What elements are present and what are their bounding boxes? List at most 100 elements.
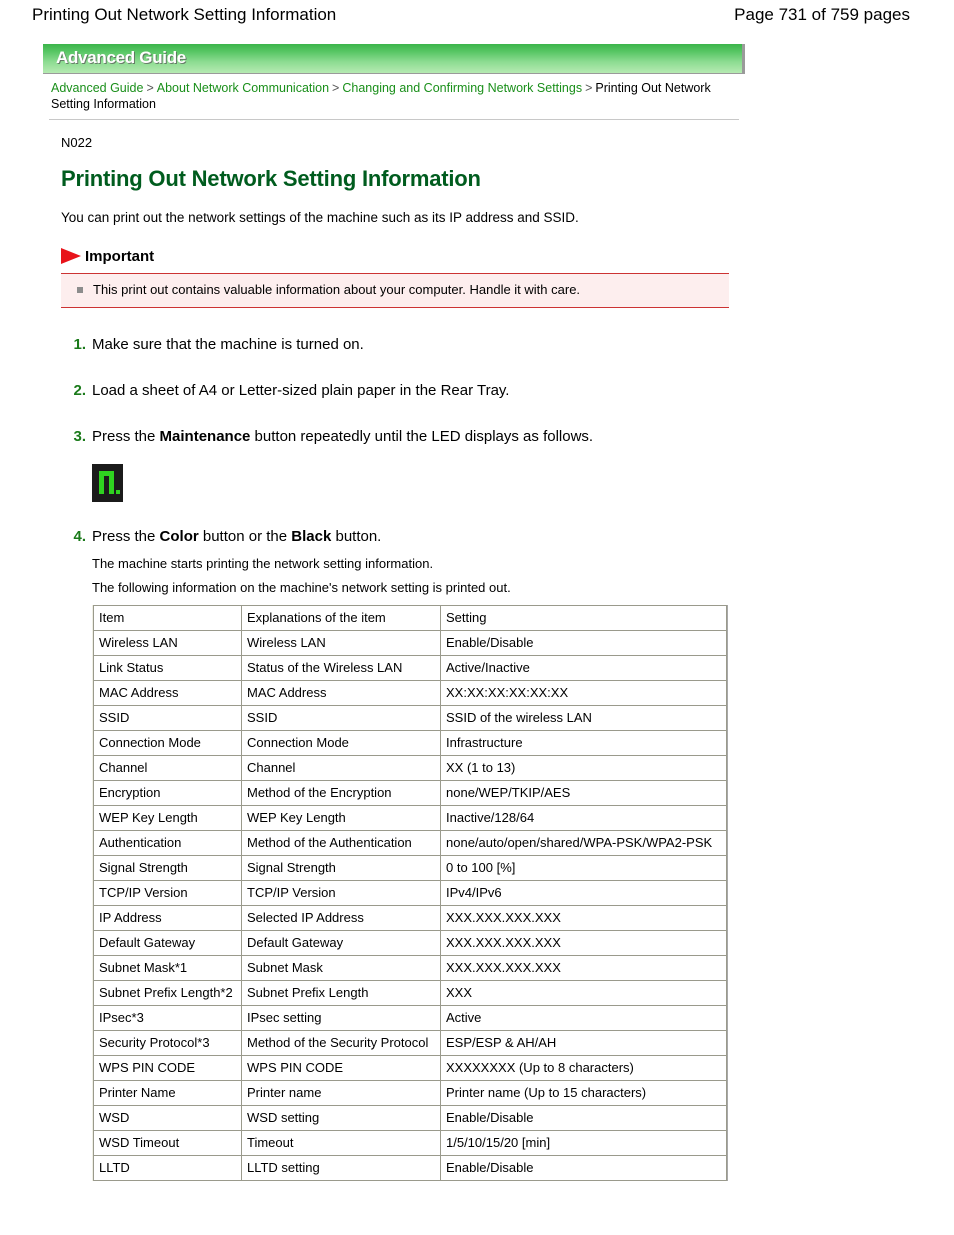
table-cell: Subnet Prefix Length*2 bbox=[93, 979, 242, 1006]
table-row: Default Gateway Default Gateway XXX.XXX.XX… bbox=[93, 929, 727, 956]
important-note-box: This print out contains valuable informa… bbox=[61, 272, 729, 308]
table-row: SSID SSID SSID of the wireless LAN bbox=[93, 704, 727, 731]
table-row: LLTD LLTD setting Enable/Disable bbox=[93, 1154, 727, 1181]
led-display-figure bbox=[92, 463, 761, 502]
table-cell: WPS PIN CODE bbox=[241, 1054, 441, 1081]
table-cell: WEP Key Length bbox=[241, 804, 441, 831]
step-number: 4. bbox=[73, 527, 86, 545]
step-4: 4. Press the Color button or the Black bu… bbox=[61, 526, 761, 596]
breadcrumb-item-3[interactable]: Changing and Confirming Network Settings bbox=[342, 81, 582, 95]
table-cell: LLTD setting bbox=[241, 1154, 441, 1181]
content-area: Advanced Guide Advanced Guide > About Netw… bbox=[43, 44, 911, 1181]
table-cell: Selected IP Address bbox=[241, 904, 441, 931]
breadcrumb-item-2[interactable]: About Network Communication bbox=[157, 81, 329, 95]
breadcrumb-separator: > bbox=[585, 81, 593, 95]
table-cell: SSID bbox=[241, 704, 441, 731]
page-title: Printing Out Network Setting Information bbox=[61, 166, 481, 191]
table-cell: 0 to 100 [%] bbox=[440, 854, 727, 881]
table-cell: XX (1 to 13) bbox=[440, 754, 727, 781]
step-text: Make sure that the machine is turned on. bbox=[92, 334, 761, 356]
table-cell: Signal Strength bbox=[241, 854, 441, 881]
table-row: WSD Timeout Timeout 1/5/10/15/20 [min] bbox=[93, 1129, 727, 1156]
step-text: Load a sheet of A4 or Letter-sized plain… bbox=[92, 380, 761, 402]
table-cell: TCP/IP Version bbox=[93, 879, 242, 906]
table-cell: Method of the Encryption bbox=[241, 779, 441, 806]
table-cell: WSD setting bbox=[241, 1104, 441, 1131]
table-header-row: Item Explanations of the item Setting bbox=[93, 604, 727, 631]
table-cell: IPsec*3 bbox=[93, 1004, 242, 1031]
network-settings-table: Item Explanations of the item Setting Wirel… bbox=[93, 604, 727, 1181]
important-item-text: This print out contains valuable informa… bbox=[93, 281, 581, 297]
step-subtext: The following information on the machine… bbox=[92, 579, 511, 595]
table-header-cell: Item bbox=[93, 604, 242, 631]
table-cell: ESP/ESP & AH/AH bbox=[440, 1029, 727, 1056]
table-cell: Subnet Mask bbox=[241, 954, 441, 981]
table-cell: Connection Mode bbox=[93, 729, 242, 756]
step-plain-text: Press the bbox=[92, 527, 160, 545]
table-cell: Timeout bbox=[241, 1129, 441, 1156]
table-cell: Status of the Wireless LAN bbox=[241, 654, 441, 681]
table-cell: Authentication bbox=[93, 829, 242, 856]
table-cell: XXXXXXXX (Up to 8 characters) bbox=[440, 1054, 727, 1081]
breadcrumb-item-1[interactable]: Advanced Guide bbox=[51, 81, 143, 95]
step-1: 1. Make sure that the machine is turned o… bbox=[61, 334, 761, 356]
table-cell: WEP Key Length bbox=[93, 804, 242, 831]
table-cell: Active bbox=[440, 1004, 727, 1031]
important-label: Important bbox=[85, 247, 155, 265]
step-plain-text: button or the bbox=[198, 527, 292, 545]
table-cell: MAC Address bbox=[241, 679, 441, 706]
step-plain-text: Press the bbox=[92, 427, 160, 445]
table-cell: WSD Timeout bbox=[93, 1129, 242, 1156]
table-row: Link Status Status of the Wireless LAN Act… bbox=[93, 654, 727, 681]
table-cell: XXX.XXX.XXX.XXX bbox=[440, 904, 727, 931]
table-cell: Printer Name bbox=[93, 1079, 242, 1106]
table-cell: Method of the Security Protocol bbox=[241, 1029, 441, 1056]
table-cell: SSID bbox=[93, 704, 242, 731]
table-cell: Subnet Mask*1 bbox=[93, 954, 242, 981]
table-cell: TCP/IP Version bbox=[241, 879, 441, 906]
page-number-indicator: Page 731 of 759 pages bbox=[734, 5, 910, 24]
step-text: Press the Maintenance button repeatedly … bbox=[92, 426, 761, 448]
table-cell: Encryption bbox=[93, 779, 242, 806]
led-seven-segment-n-icon bbox=[92, 463, 123, 502]
step-plain-text: button repeatedly until the LED displays… bbox=[250, 427, 594, 445]
step-emphasis: Color bbox=[159, 527, 199, 545]
table-cell: WPS PIN CODE bbox=[93, 1054, 242, 1081]
red-flag-icon bbox=[61, 247, 81, 264]
table-row: Signal Strength Signal Strength 0 to 100 [… bbox=[93, 854, 727, 881]
table-row: Encryption Method of the Encryption none/W… bbox=[93, 779, 727, 806]
table-cell: 1/5/10/15/20 [min] bbox=[440, 1129, 727, 1156]
table-cell: Inactive/128/64 bbox=[440, 804, 727, 831]
step-number: 2. bbox=[73, 381, 86, 399]
step-2: 2. Load a sheet of A4 or Letter-sized pla… bbox=[61, 380, 761, 402]
important-heading: Important bbox=[61, 247, 761, 269]
article: N022 Printing Out Network Setting Inform… bbox=[61, 134, 761, 1181]
table-cell: MAC Address bbox=[93, 679, 242, 706]
table-cell: Enable/Disable bbox=[440, 629, 727, 656]
table-cell: Security Protocol*3 bbox=[93, 1029, 242, 1056]
step-plain-text: Load a sheet of A4 or Letter-sized plain… bbox=[92, 381, 510, 399]
table-cell: XX:XX:XX:XX:XX:XX bbox=[440, 679, 727, 706]
table-row: Subnet Prefix Length*2 Subnet Prefix Leng… bbox=[93, 979, 727, 1006]
table-cell: XXX.XXX.XXX.XXX bbox=[440, 954, 727, 981]
step-text: Press the Color button or the Black butt… bbox=[92, 526, 761, 548]
bullet-square-icon bbox=[77, 286, 83, 293]
intro-paragraph: You can print out the network settings o… bbox=[61, 209, 579, 225]
step-emphasis: Maintenance bbox=[159, 427, 251, 445]
table-cell: IPsec setting bbox=[241, 1004, 441, 1031]
table-cell: Method of the Authentication bbox=[241, 829, 441, 856]
table-row: WSD WSD setting Enable/Disable bbox=[93, 1104, 727, 1131]
table-cell: IPv4/IPv6 bbox=[440, 879, 727, 906]
table-row: WEP Key Length WEP Key Length Inactive/128… bbox=[93, 804, 727, 831]
table-cell: Printer name (Up to 15 characters) bbox=[440, 1079, 727, 1106]
breadcrumb: Advanced Guide > About Network Communicati… bbox=[43, 80, 741, 112]
table-cell: IP Address bbox=[93, 904, 242, 931]
table-cell: Infrastructure bbox=[440, 729, 727, 756]
table-cell: Channel bbox=[93, 754, 242, 781]
table-row: TCP/IP Version TCP/IP Version IPv4/IPv6 bbox=[93, 879, 727, 906]
table-cell: Wireless LAN bbox=[241, 629, 441, 656]
advanced-guide-banner: Advanced Guide bbox=[43, 44, 745, 74]
table-cell: Active/Inactive bbox=[440, 654, 727, 681]
table-row: Authentication Method of the Authenticati… bbox=[93, 829, 727, 856]
table-cell: WSD bbox=[93, 1104, 242, 1131]
